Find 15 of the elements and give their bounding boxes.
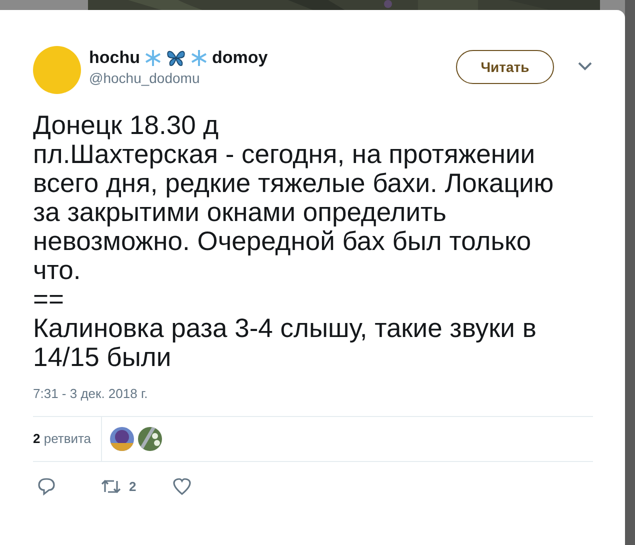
follow-button[interactable]: Читать [456,50,554,84]
snowflake-icon [190,49,208,67]
display-name[interactable]: domoy [212,48,268,68]
butterfly-icon [166,49,186,67]
user-handle[interactable]: @hochu_dodomu [89,68,456,89]
tweet-text: Донецк 18.30 д пл.Шахтерская - сегодня, на протяжении всего дня, редкие тяжелые бахи. Локацию за закрытими окнами определить невозможно. Очередной бах был только что. == Калиновка раза 3-4 слышу, такие звуки в 14/15 были [33,111,555,372]
action-count: 2 [129,478,136,496]
snowflake-icon [144,49,162,67]
heart-icon[interactable] [172,477,192,496]
timestamp[interactable]: 7:31 - 3 дек. 2018 г. [33,386,148,401]
retweet-count[interactable]: 2 ретвита [33,428,92,448]
reply-icon[interactable] [37,477,57,496]
chevron-down-icon[interactable] [578,62,592,71]
display-name[interactable]: hochu [89,48,140,68]
retweet-icon[interactable] [101,477,121,496]
